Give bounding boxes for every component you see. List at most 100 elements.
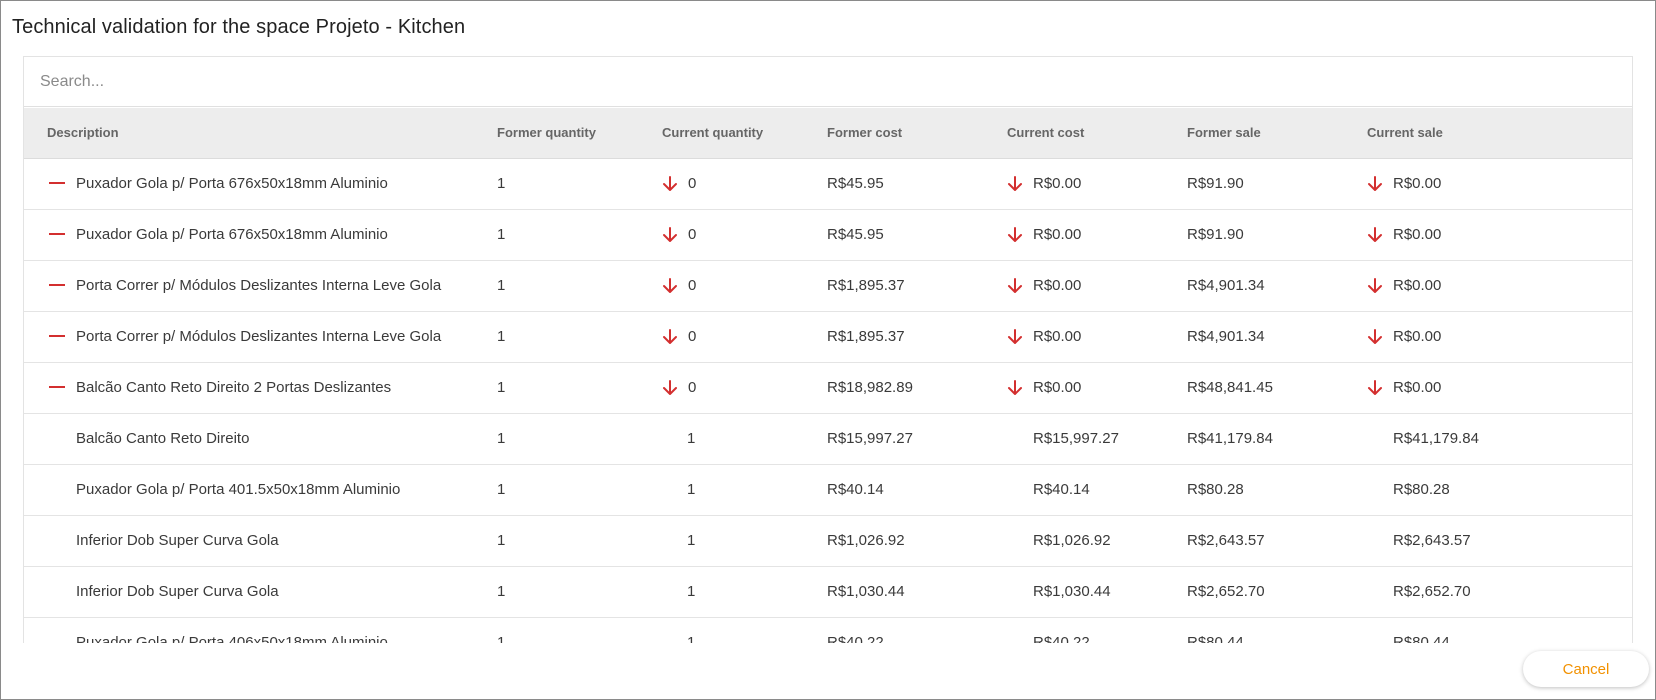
former-quantity-value: 1 bbox=[497, 277, 506, 294]
validation-table-panel: Description Former quantity Current quan… bbox=[23, 56, 1633, 643]
current-cost-value: R$1,030.44 bbox=[1033, 583, 1111, 600]
arrow-down-icon bbox=[1366, 175, 1384, 193]
former-quantity-value: 1 bbox=[497, 481, 506, 498]
former-sale-value: R$41,179.84 bbox=[1187, 430, 1273, 447]
column-header-former-quantity[interactable]: Former quantity bbox=[497, 108, 596, 158]
item-description: Puxador Gola p/ Porta 401.5x50x18mm Alum… bbox=[76, 481, 401, 498]
arrow-down-icon bbox=[661, 277, 679, 295]
former-quantity-value: 1 bbox=[497, 328, 506, 345]
current-cost-value: R$1,026.92 bbox=[1033, 532, 1111, 549]
table-row[interactable]: Puxador Gola p/ Porta 406x50x18mm Alumin… bbox=[24, 618, 1632, 643]
former-sale-value: R$80.44 bbox=[1187, 634, 1244, 643]
current-quantity-value: 0 bbox=[688, 226, 697, 243]
current-sale-value: R$80.28 bbox=[1393, 481, 1450, 498]
former-cost-value: R$1,026.92 bbox=[827, 532, 905, 549]
table-row[interactable]: Balcão Canto Reto Direito 2 Portas Desli… bbox=[24, 363, 1632, 414]
arrow-down-icon bbox=[1006, 379, 1024, 397]
former-sale-value: R$2,643.57 bbox=[1187, 532, 1265, 549]
table-row[interactable]: Porta Correr p/ Módulos Deslizantes Inte… bbox=[24, 261, 1632, 312]
column-header-current-sale[interactable]: Current sale bbox=[1367, 108, 1443, 158]
current-cost-value: R$40.22 bbox=[1033, 634, 1090, 643]
column-header-current-cost[interactable]: Current cost bbox=[1007, 108, 1084, 158]
current-sale-value: R$0.00 bbox=[1393, 328, 1442, 345]
arrow-down-icon bbox=[1366, 328, 1384, 346]
former-cost-value: R$45.95 bbox=[827, 226, 884, 243]
former-quantity-value: 1 bbox=[497, 634, 506, 643]
minus-icon bbox=[49, 284, 65, 286]
current-cost-value: R$40.14 bbox=[1033, 481, 1090, 498]
table-body: Puxador Gola p/ Porta 676x50x18mm Alumin… bbox=[24, 159, 1632, 643]
arrow-down-icon bbox=[1006, 175, 1024, 193]
minus-icon bbox=[49, 386, 65, 388]
current-sale-value: R$0.00 bbox=[1393, 277, 1442, 294]
arrow-down-icon bbox=[661, 175, 679, 193]
current-sale-value: R$41,179.84 bbox=[1393, 430, 1479, 447]
former-sale-value: R$91.90 bbox=[1187, 175, 1244, 192]
item-description: Porta Correr p/ Módulos Deslizantes Inte… bbox=[76, 328, 442, 345]
item-description: Inferior Dob Super Curva Gola bbox=[76, 532, 279, 549]
arrow-down-icon bbox=[1366, 379, 1384, 397]
table-row[interactable]: Puxador Gola p/ Porta 401.5x50x18mm Alum… bbox=[24, 465, 1632, 516]
column-header-current-quantity[interactable]: Current quantity bbox=[662, 108, 763, 158]
current-cost-value: R$0.00 bbox=[1033, 277, 1082, 294]
table-row[interactable]: Porta Correr p/ Módulos Deslizantes Inte… bbox=[24, 312, 1632, 363]
arrow-down-icon bbox=[661, 328, 679, 346]
former-cost-value: R$1,895.37 bbox=[827, 328, 905, 345]
current-sale-value: R$0.00 bbox=[1393, 175, 1442, 192]
arrow-down-icon bbox=[1006, 277, 1024, 295]
arrow-down-icon bbox=[661, 226, 679, 244]
minus-icon bbox=[49, 335, 65, 337]
former-cost-value: R$40.14 bbox=[827, 481, 884, 498]
current-sale-value: R$80.44 bbox=[1393, 634, 1450, 643]
technical-validation-dialog: Technical validation for the space Proje… bbox=[0, 0, 1656, 700]
column-header-description[interactable]: Description bbox=[47, 108, 119, 158]
dialog-title: Technical validation for the space Proje… bbox=[12, 16, 466, 38]
former-sale-value: R$80.28 bbox=[1187, 481, 1244, 498]
current-sale-value: R$0.00 bbox=[1393, 226, 1442, 243]
item-description: Puxador Gola p/ Porta 676x50x18mm Alumin… bbox=[76, 226, 388, 243]
former-sale-value: R$4,901.34 bbox=[1187, 328, 1265, 345]
former-quantity-value: 1 bbox=[497, 532, 506, 549]
current-sale-value: R$2,652.70 bbox=[1393, 583, 1471, 600]
item-description: Puxador Gola p/ Porta 406x50x18mm Alumin… bbox=[76, 634, 388, 643]
arrow-down-icon bbox=[1006, 226, 1024, 244]
current-quantity-value: 1 bbox=[687, 583, 696, 600]
former-cost-value: R$40.22 bbox=[827, 634, 884, 643]
former-cost-value: R$45.95 bbox=[827, 175, 884, 192]
item-description: Puxador Gola p/ Porta 676x50x18mm Alumin… bbox=[76, 175, 388, 192]
minus-icon bbox=[49, 233, 65, 235]
cancel-button[interactable]: Cancel bbox=[1523, 651, 1649, 687]
arrow-down-icon bbox=[1006, 328, 1024, 346]
table-row[interactable]: Inferior Dob Super Curva Gola 1 1 R$1,026.9… bbox=[24, 516, 1632, 567]
former-quantity-value: 1 bbox=[497, 583, 506, 600]
table-row[interactable]: Inferior Dob Super Curva Gola 1 1 R$1,030.4… bbox=[24, 567, 1632, 618]
current-cost-value: R$0.00 bbox=[1033, 226, 1082, 243]
current-quantity-value: 1 bbox=[687, 481, 696, 498]
current-cost-value: R$0.00 bbox=[1033, 379, 1082, 396]
former-sale-value: R$91.90 bbox=[1187, 226, 1244, 243]
arrow-down-icon bbox=[1366, 277, 1384, 295]
table-row[interactable]: Balcão Canto Reto Direito 1 1 R$15,997.27 R$… bbox=[24, 414, 1632, 465]
table-row[interactable]: Puxador Gola p/ Porta 676x50x18mm Alumin… bbox=[24, 159, 1632, 210]
current-sale-value: R$0.00 bbox=[1393, 379, 1442, 396]
table-header: Description Former quantity Current quan… bbox=[24, 108, 1632, 159]
former-cost-value: R$15,997.27 bbox=[827, 430, 913, 447]
column-header-former-cost[interactable]: Former cost bbox=[827, 108, 902, 158]
search-input[interactable] bbox=[24, 57, 1632, 107]
arrow-down-icon bbox=[1366, 226, 1384, 244]
former-quantity-value: 1 bbox=[497, 175, 506, 192]
table-row[interactable]: Puxador Gola p/ Porta 676x50x18mm Alumin… bbox=[24, 210, 1632, 261]
current-quantity-value: 1 bbox=[687, 532, 696, 549]
current-quantity-value: 0 bbox=[688, 175, 697, 192]
column-header-former-sale[interactable]: Former sale bbox=[1187, 108, 1261, 158]
current-quantity-value: 1 bbox=[687, 634, 696, 643]
former-quantity-value: 1 bbox=[497, 379, 506, 396]
former-sale-value: R$48,841.45 bbox=[1187, 379, 1273, 396]
item-description: Inferior Dob Super Curva Gola bbox=[76, 583, 279, 600]
item-description: Balcão Canto Reto Direito bbox=[76, 430, 250, 447]
current-quantity-value: 0 bbox=[688, 328, 697, 345]
current-quantity-value: 0 bbox=[688, 277, 697, 294]
minus-icon bbox=[49, 182, 65, 184]
current-quantity-value: 1 bbox=[687, 430, 696, 447]
current-sale-value: R$2,643.57 bbox=[1393, 532, 1471, 549]
